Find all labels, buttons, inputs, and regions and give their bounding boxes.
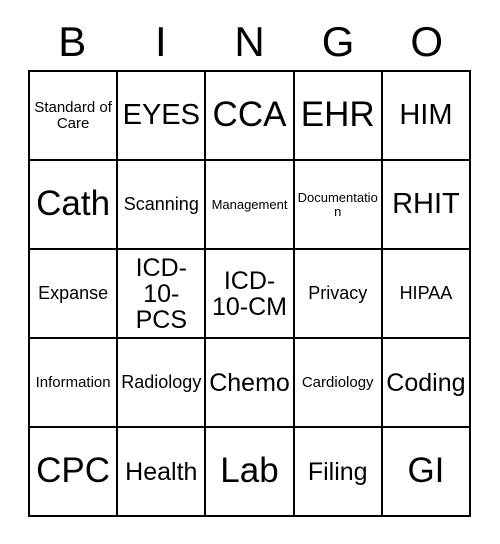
bingo-cell[interactable]: Coding (382, 339, 472, 428)
bingo-cell-label: HIM (399, 99, 453, 132)
bingo-cell[interactable]: CCA (206, 72, 295, 161)
bingo-cell-label: CCA (212, 95, 287, 135)
bingo-cell[interactable]: HIPAA (382, 250, 472, 339)
bingo-cell[interactable]: Health (118, 428, 207, 517)
bingo-cell[interactable]: ICD-10-CM (206, 250, 295, 339)
bingo-cell-label: EYES (122, 99, 200, 132)
bingo-cell-label: Documentation (297, 189, 378, 219)
bingo-cell-label: Health (125, 457, 198, 486)
bingo-cell[interactable]: GI (382, 428, 472, 517)
bingo-grid: Standard of Care EYES CCA EHR HIM Cath S… (28, 70, 472, 517)
header-letter-g: G (321, 18, 355, 65)
bingo-cell-label: ICD-10-PCS (135, 253, 187, 334)
bingo-cell-label: RHIT (392, 188, 460, 221)
bingo-cell-label: Standard of Care (34, 98, 112, 132)
bingo-cell[interactable]: Expanse (30, 250, 119, 339)
bingo-cell[interactable]: Scanning (118, 161, 207, 250)
bingo-cell[interactable]: Information (30, 339, 119, 428)
bingo-cell[interactable]: Documentation (294, 161, 383, 250)
bingo-cell[interactable]: ICD-10-PCS (118, 250, 207, 339)
bingo-cell-label: Expanse (38, 283, 109, 304)
bingo-cell[interactable]: Management (206, 161, 295, 250)
bingo-cell[interactable]: Cardiology (294, 339, 383, 428)
bingo-cell-label: GI (407, 451, 445, 491)
bingo-cell-label: Coding (386, 368, 466, 397)
bingo-cell-label: Information (35, 373, 111, 391)
bingo-cell[interactable]: Privacy (294, 250, 383, 339)
bingo-card: B I N G O Standard of Care EYES CCA EHR … (28, 14, 472, 517)
bingo-cell[interactable]: Radiology (118, 339, 207, 428)
bingo-cell[interactable]: Lab (206, 428, 295, 517)
header-letter-i: I (155, 18, 167, 65)
bingo-cell-label: HIPAA (399, 283, 453, 304)
bingo-cell[interactable]: RHIT (382, 161, 472, 250)
bingo-cell-label: Cardiology (301, 373, 374, 391)
bingo-cell[interactable]: EHR (294, 72, 383, 161)
bingo-cell[interactable]: Standard of Care (30, 72, 119, 161)
bingo-cell[interactable]: HIM (382, 72, 472, 161)
bingo-cell-label: Filing (307, 457, 368, 486)
bingo-row: Cath Scanning Management Documentation R… (30, 161, 472, 250)
bingo-row: Expanse ICD-10-PCS ICD-10-CM Privacy HIP… (30, 250, 472, 339)
bingo-row: Standard of Care EYES CCA EHR HIM (30, 72, 472, 161)
bingo-cell-label: CPC (36, 451, 111, 491)
bingo-cell-label: Management (211, 196, 288, 212)
bingo-cell[interactable]: Chemo (206, 339, 295, 428)
bingo-cell-label: Lab (220, 451, 279, 491)
bingo-cell[interactable]: Cath (30, 161, 119, 250)
bingo-cell-label: ICD-10-CM (212, 266, 288, 321)
bingo-cell-label: Chemo (209, 368, 290, 397)
header-letter-n: N (234, 18, 265, 65)
bingo-cell-label: EHR (300, 95, 375, 135)
bingo-cell-label: Radiology (121, 372, 202, 393)
header-letter-b: B (58, 18, 87, 65)
bingo-row: Information Radiology Chemo Cardiology C… (30, 339, 472, 428)
bingo-cell[interactable]: Filing (294, 428, 383, 517)
bingo-cell-label: Privacy (308, 283, 368, 304)
bingo-cell-label: Cath (36, 184, 111, 224)
bingo-cell-label: Scanning (123, 194, 199, 215)
header-letter-o: O (410, 18, 443, 65)
bingo-row: CPC Health Lab Filing GI (30, 428, 472, 517)
bingo-cell[interactable]: EYES (118, 72, 207, 161)
bingo-header: B I N G O (28, 14, 471, 70)
bingo-cell[interactable]: CPC (30, 428, 119, 517)
